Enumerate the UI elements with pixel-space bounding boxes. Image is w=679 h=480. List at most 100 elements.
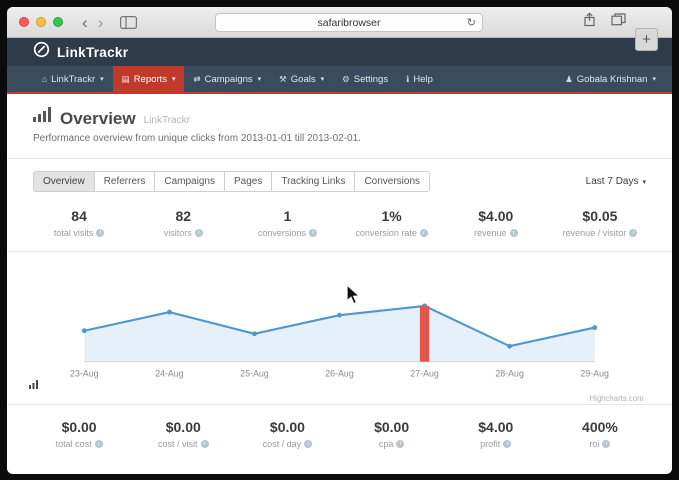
user-menu[interactable]: ♟ Gobala Krishnan ▾ xyxy=(565,66,656,92)
nav-item-label: Settings xyxy=(354,74,388,85)
page-title-suffix: LinkTrackr xyxy=(144,115,190,127)
nav-item-linktrackr[interactable]: ⌂LinkTrackr▾ xyxy=(33,66,113,92)
x-axis-label: 28-Aug xyxy=(495,368,524,378)
wrench-icon: ⚙ xyxy=(342,74,350,85)
info-icon[interactable]: i xyxy=(503,440,511,448)
window-controls xyxy=(19,17,63,27)
x-axis-label: 29-Aug xyxy=(580,368,609,378)
reload-icon[interactable]: ↻ xyxy=(467,16,476,29)
tab-pages[interactable]: Pages xyxy=(224,171,272,192)
close-window-button[interactable] xyxy=(19,17,29,27)
nav-item-label: Campaigns xyxy=(205,74,253,85)
brand-title: LinkTrackr xyxy=(57,45,128,60)
stat-cost-visit: $0.00 cost / visiti xyxy=(131,419,235,449)
chevron-down-icon: ▾ xyxy=(642,178,646,186)
stat-label: revenue / visitor xyxy=(563,228,627,238)
page-header: Overview LinkTrackr Performance overview… xyxy=(7,94,672,158)
forward-button[interactable]: › xyxy=(93,14,109,31)
nav-item-label: Reports xyxy=(134,74,167,85)
highlight-bar[interactable] xyxy=(420,306,429,362)
tab-overview-icon[interactable] xyxy=(611,13,626,31)
stat-visitors: 82visitorsi xyxy=(131,208,235,238)
sidebar-toggle-icon[interactable] xyxy=(120,16,137,29)
info-icon[interactable]: i xyxy=(201,440,209,448)
minimize-window-button[interactable] xyxy=(36,17,46,27)
info-icon[interactable]: i xyxy=(510,229,518,237)
nav-item-reports[interactable]: ▤Reports▾ xyxy=(113,66,185,92)
chevron-down-icon: ▾ xyxy=(258,75,262,83)
nav-item-goals[interactable]: ⚒Goals▾ xyxy=(270,66,333,92)
chart-marker[interactable] xyxy=(252,331,257,336)
tab-tracking-links[interactable]: Tracking Links xyxy=(271,171,355,192)
mini-bar-chart-icon xyxy=(29,376,40,394)
info-icon[interactable]: i xyxy=(304,440,312,448)
tab-overview[interactable]: Overview xyxy=(33,171,95,192)
nav-item-settings[interactable]: ⚙ Settings xyxy=(333,66,397,92)
chevron-down-icon: ▾ xyxy=(172,75,176,83)
visits-chart: 23-Aug24-Aug25-Aug26-Aug27-Aug28-Aug29-A… xyxy=(27,256,652,404)
x-axis-label: 24-Aug xyxy=(155,368,184,378)
nav-item-campaigns[interactable]: ⇄ Campaigns ▾ xyxy=(184,66,270,92)
chart-marker[interactable] xyxy=(82,328,87,333)
info-icon[interactable]: i xyxy=(420,229,428,237)
info-icon[interactable]: i xyxy=(95,440,103,448)
stat-label: total visits xyxy=(54,228,94,238)
x-axis-label: 23-Aug xyxy=(70,368,99,378)
stat-label: roi xyxy=(589,439,599,449)
chart-marker[interactable] xyxy=(337,313,342,318)
x-axis-label: 26-Aug xyxy=(325,368,354,378)
info-icon[interactable]: i xyxy=(396,440,404,448)
info-icon[interactable]: i xyxy=(309,229,317,237)
tab-campaigns[interactable]: Campaigns xyxy=(154,171,225,192)
stat-label: cost / visit xyxy=(158,439,198,449)
new-tab-button[interactable]: + xyxy=(635,28,658,51)
stat-label: cpa xyxy=(379,439,394,449)
screen: { "browser": { "url_text": "safaribrowse… xyxy=(0,0,679,480)
nav-item-help[interactable]: ℹHelp xyxy=(397,66,442,92)
help-icon: ℹ xyxy=(406,74,409,85)
page-description: Performance overview from unique clicks … xyxy=(33,133,646,144)
browser-window: ‹ › safaribrowser ↻ + LinkTrackr ⌂LinkTr… xyxy=(7,7,672,474)
stat-value: $4.00 xyxy=(444,419,548,435)
stat-value: 1 xyxy=(235,208,339,224)
stat-total-visits: 84 total visitsi xyxy=(27,208,131,238)
date-range-dropdown[interactable]: Last 7 Days ▾ xyxy=(586,176,646,187)
stat-value: $0.00 xyxy=(27,419,131,435)
stat-value: 82 xyxy=(131,208,235,224)
tab-conversions[interactable]: Conversions xyxy=(354,171,430,192)
stat-label: profit xyxy=(480,439,500,449)
stat-value: 84 xyxy=(27,208,131,224)
chart-credit: Highcharts.com xyxy=(589,394,644,403)
info-icon[interactable]: i xyxy=(195,229,203,237)
main-nav: ⌂LinkTrackr▾▤Reports▾⇄Campaigns▾⚒Goals▾⚙… xyxy=(7,66,672,94)
shuffle-icon: ⇄ xyxy=(193,74,200,85)
stat-label: conversions xyxy=(258,228,306,238)
zoom-window-button[interactable] xyxy=(53,17,63,27)
stat-cpa: $0.00cpai xyxy=(340,419,444,449)
chevron-down-icon: ▾ xyxy=(652,75,656,83)
stat-value: $0.05 xyxy=(548,208,652,224)
back-button[interactable]: ‹ xyxy=(77,14,93,31)
share-icon[interactable] xyxy=(583,12,596,32)
user-name: Gobala Krishnan xyxy=(577,74,648,85)
nav-items: ⌂LinkTrackr▾▤Reports▾⇄Campaigns▾⚒Goals▾⚙… xyxy=(33,66,442,92)
info-icon[interactable]: i xyxy=(602,440,610,448)
stat-conversions: 1 conversionsi xyxy=(235,208,339,238)
address-bar[interactable]: safaribrowser ↻ xyxy=(215,13,483,32)
stat-revenue-visitor: $0.05 revenue / visitori xyxy=(548,208,652,238)
stat-value: 400% xyxy=(548,419,652,435)
report-tabs: OverviewReferrersCampaignsPagesTracking … xyxy=(33,171,429,192)
app-header: LinkTrackr xyxy=(7,38,672,66)
x-axis-label: 27-Aug xyxy=(410,368,439,378)
tab-referrers[interactable]: Referrers xyxy=(94,171,156,192)
browser-toolbar: ‹ › safaribrowser ↻ xyxy=(7,7,672,38)
info-icon[interactable]: i xyxy=(96,229,104,237)
stat-value: $0.00 xyxy=(131,419,235,435)
chart-marker[interactable] xyxy=(167,310,172,315)
chart-marker[interactable] xyxy=(592,325,597,330)
chart-marker[interactable] xyxy=(507,344,512,349)
stat-label: conversion rate xyxy=(355,228,417,238)
info-icon[interactable]: i xyxy=(629,229,637,237)
chevron-down-icon: ▾ xyxy=(100,75,104,83)
stat-total-cost: $0.00total costi xyxy=(27,419,131,449)
